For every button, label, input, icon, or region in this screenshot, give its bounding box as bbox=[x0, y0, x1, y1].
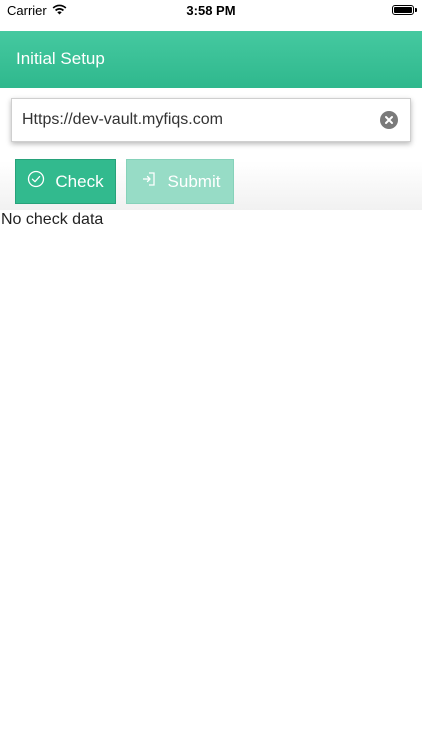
check-button-label: Check bbox=[55, 171, 104, 191]
no-check-data-text: No check data bbox=[1, 211, 104, 228]
clear-icon[interactable] bbox=[380, 111, 398, 129]
url-input[interactable] bbox=[22, 99, 372, 141]
status-time: 3:58 PM bbox=[186, 3, 236, 18]
check-circle-icon bbox=[27, 170, 45, 193]
battery-icon bbox=[392, 5, 417, 15]
status-bar: Carrier 3:58 PM bbox=[0, 0, 422, 22]
nav-bar: Initial Setup bbox=[0, 31, 422, 88]
sign-in-icon bbox=[140, 170, 158, 193]
check-button[interactable]: Check bbox=[15, 159, 116, 204]
page-title: Initial Setup bbox=[16, 49, 105, 68]
setup-form: Check Submit bbox=[0, 88, 422, 210]
url-field-container bbox=[11, 98, 411, 142]
submit-button-label: Submit bbox=[167, 171, 221, 191]
submit-button[interactable]: Submit bbox=[126, 159, 234, 204]
